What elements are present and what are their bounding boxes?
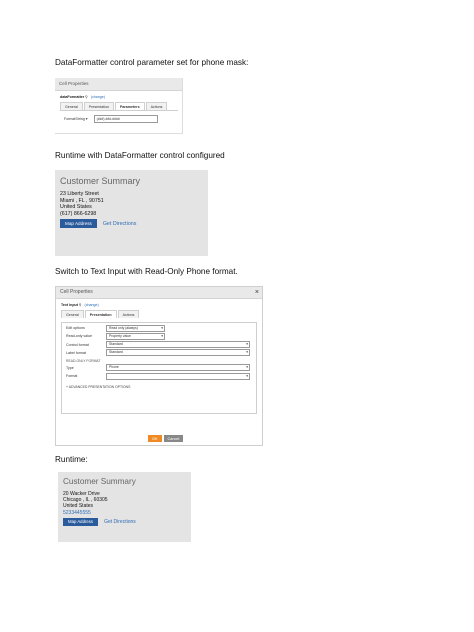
customer-summary-2: Customer Summary 20 Wacker Drive Chicago… xyxy=(58,472,191,542)
control-name-row: Text Input ⚲ (change) xyxy=(61,303,262,307)
dialog-title: Cell Properties xyxy=(60,289,93,295)
label-format-select[interactable]: Standard ▾ xyxy=(106,349,250,357)
get-directions-link[interactable]: Get Directions xyxy=(104,519,136,525)
summary-title: Customer Summary xyxy=(63,477,136,486)
chevron-down-icon: ▾ xyxy=(85,117,88,121)
format-select[interactable]: ▾ xyxy=(106,372,250,380)
format-label: Format xyxy=(66,374,78,379)
heading-runtime: Runtime: xyxy=(55,455,88,464)
label-format-value: Standard xyxy=(109,350,123,355)
edit-options-select[interactable]: Read only (always) ▾ xyxy=(106,324,165,332)
tab-parameters[interactable]: Parameters xyxy=(114,102,145,110)
chevron-down-icon: ▾ xyxy=(246,350,248,355)
edit-options-row: Edit options Read only (always) ▾ xyxy=(66,324,256,332)
control-format-label: Control format xyxy=(66,342,89,347)
ok-button[interactable]: OK xyxy=(148,435,162,442)
change-control-link[interactable]: (change) xyxy=(85,303,99,307)
map-address-button[interactable]: Map Address xyxy=(63,517,99,526)
cell-properties-dialog-1: Cell Properties dataFormatter ⚲ (change)… xyxy=(55,78,183,134)
tab-general[interactable]: General xyxy=(61,310,84,318)
close-icon[interactable]: × xyxy=(255,287,259,298)
chevron-down-icon: ▾ xyxy=(246,365,248,370)
dialog-buttons: OK Cancel xyxy=(148,435,184,442)
format-string-input[interactable]: (###) ###-#### xyxy=(93,115,158,123)
phone-number-link[interactable]: 5233445555 xyxy=(63,510,191,516)
map-address-button[interactable]: Map Address xyxy=(60,219,97,228)
summary-title: Customer Summary xyxy=(60,176,141,186)
get-directions-link[interactable]: Get Directions xyxy=(103,221,137,227)
format-string-label: FormatString xyxy=(64,117,85,121)
heading-phone-mask: DataFormatter control parameter set for … xyxy=(55,58,249,67)
dialog-title-bar: Cell Properties × xyxy=(56,287,262,299)
search-icon[interactable]: ⚲ xyxy=(79,303,82,307)
type-label: Type xyxy=(66,365,74,370)
type-value: Phone xyxy=(109,365,119,370)
tab-presentation[interactable]: Presentation xyxy=(83,102,114,110)
type-select[interactable]: Phone ▾ xyxy=(106,364,250,372)
search-icon[interactable]: ⚲ xyxy=(85,95,88,99)
control-format-select[interactable]: Standard ▾ xyxy=(106,341,250,349)
read-only-value-label: Read-only value xyxy=(66,334,92,339)
edit-options-value: Read only (always) xyxy=(109,325,138,330)
control-name: Text Input xyxy=(61,303,78,307)
tab-divider xyxy=(60,110,178,111)
edit-options-label: Edit options xyxy=(66,326,85,331)
format-string-row: FormatString ▾ (###) ###-#### xyxy=(64,115,182,123)
control-name: dataFormatter xyxy=(60,95,85,99)
tab-general[interactable]: General xyxy=(60,102,83,110)
format-row: Format ▾ xyxy=(66,372,256,380)
change-control-link[interactable]: (change) xyxy=(91,95,105,99)
dialog-tabs: General Presentation Parameters Actions xyxy=(60,102,182,110)
read-only-value-value: Property value xyxy=(109,333,131,338)
cancel-button[interactable]: Cancel xyxy=(163,435,184,442)
label-format-label: Label format xyxy=(66,350,86,355)
type-row: Type Phone ▾ xyxy=(66,364,256,372)
read-only-value-select[interactable]: Property value ▾ xyxy=(106,332,165,340)
phone-number: (617) 866-6298 xyxy=(60,210,97,217)
chevron-down-icon: ▾ xyxy=(246,342,248,347)
control-format-value: Standard xyxy=(109,342,123,347)
control-name-row: dataFormatter ⚲ (change) xyxy=(60,95,182,99)
presentation-form: Edit options Read only (always) ▾ Read-o… xyxy=(61,322,257,414)
tab-presentation[interactable]: Presentation xyxy=(84,310,117,318)
chevron-down-icon: ▾ xyxy=(161,333,163,338)
tab-actions[interactable]: Actions xyxy=(145,102,168,110)
read-only-value-row: Read-only value Property value ▾ xyxy=(66,332,256,340)
heading-runtime-configured: Runtime with DataFormatter control confi… xyxy=(55,151,225,160)
customer-summary-1: Customer Summary 23 Liberty Street Miami… xyxy=(55,170,208,256)
dialog-tabs: General Presentation Actions xyxy=(61,310,262,318)
heading-text-input: Switch to Text Input with Read-Only Phon… xyxy=(55,267,238,276)
control-format-row: Control format Standard ▾ xyxy=(66,341,256,349)
dialog-title: Cell Properties xyxy=(55,78,182,91)
tab-actions[interactable]: Actions xyxy=(117,310,140,318)
summary-actions: Map Address Get Directions xyxy=(63,517,191,526)
chevron-down-icon: ▾ xyxy=(161,325,163,330)
summary-actions: Map Address Get Directions xyxy=(60,219,208,228)
cell-properties-dialog-2: Cell Properties × Text Input ⚲ (change) … xyxy=(55,286,263,446)
label-format-row: Label format Standard ▾ xyxy=(66,349,256,357)
advanced-options-toggle[interactable]: + ADVANCED PRESENTATION OPTIONS xyxy=(66,385,256,389)
chevron-down-icon: ▾ xyxy=(246,373,248,378)
read-only-format-heading: READ-ONLY FORMAT xyxy=(66,358,101,363)
